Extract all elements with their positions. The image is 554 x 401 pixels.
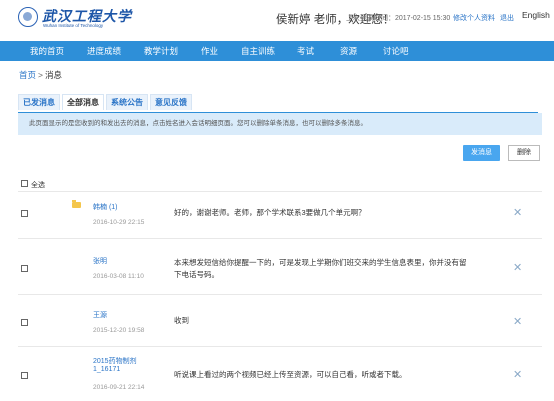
breadcrumb: 首页 > 消息: [19, 69, 62, 81]
divider: [18, 191, 542, 192]
nav-item-home[interactable]: 我的首页: [30, 41, 64, 61]
nav-item-discussion[interactable]: 讨论吧: [383, 41, 409, 61]
message-tabs: 已发消息 全部消息 系统公告 意见反馈: [18, 94, 538, 114]
message-text: 好的，谢谢老师。老师，那个学术联系3要做几个单元啊？: [174, 208, 366, 217]
main-navigation: 我的首页 进度成绩 教学计划 作业 自主训练 考试 资源 讨论吧: [0, 41, 554, 61]
message-text: 听说课上看过的两个视频已经上传至资源，可以自己看，听或者下载。: [174, 370, 407, 379]
nav-item-progress[interactable]: 进度成绩: [87, 41, 121, 61]
delete-message-icon[interactable]: ✕: [513, 263, 522, 274]
message-date: 2016-10-29 22:15: [93, 219, 145, 226]
tab-all-messages[interactable]: 全部消息: [62, 94, 104, 110]
language-switch-link[interactable]: English: [522, 10, 550, 20]
send-message-button[interactable]: 发消息: [463, 145, 500, 161]
message-sender-link[interactable]: 韩楠 (1): [93, 202, 118, 212]
divider: [18, 238, 542, 239]
breadcrumb-separator: >: [38, 70, 43, 80]
breadcrumb-home-link[interactable]: 首页: [19, 70, 36, 80]
tab-feedback[interactable]: 意见反馈: [150, 94, 192, 110]
info-notice: 此页面显示的是您收到的和发出去的消息，点击姓名进入会话明细页面。您可以删除单条消…: [18, 113, 542, 135]
delete-button[interactable]: 删除: [508, 145, 540, 161]
nav-item-plan[interactable]: 教学计划: [144, 41, 178, 61]
delete-message-icon[interactable]: ✕: [513, 370, 522, 381]
message-text: 本来想发短信给你提醒一下的，可是发现上学期你们班交来的学生信息表里，你并没有留下…: [174, 258, 467, 279]
nav-item-training[interactable]: 自主训练: [241, 41, 275, 61]
message-date: 2016-09-21 22:14: [93, 384, 145, 391]
message-checkbox[interactable]: [21, 372, 28, 379]
delete-message-icon[interactable]: ✕: [513, 208, 522, 219]
folder-icon: [72, 200, 81, 208]
logout-link[interactable]: 退出: [500, 13, 514, 23]
tab-sent-messages[interactable]: 已发消息: [18, 94, 60, 110]
nav-item-homework[interactable]: 作业: [201, 41, 218, 61]
select-all-checkbox[interactable]: [21, 180, 28, 187]
breadcrumb-current: 消息: [44, 70, 62, 80]
nav-item-resources[interactable]: 资源: [340, 41, 357, 61]
select-all-label: 全选: [31, 182, 45, 189]
message-sender-link[interactable]: 王源: [93, 310, 107, 320]
message-checkbox[interactable]: [21, 319, 28, 326]
tab-system-announcements[interactable]: 系统公告: [106, 94, 148, 110]
sender-name-line1: 2015药物制剂: [93, 358, 137, 365]
divider: [18, 294, 542, 295]
page-header: 武汉工程大学 Wuhan Institute of Technology 侯新婷…: [0, 0, 554, 40]
message-text: 收到: [174, 316, 189, 325]
message-sender-link[interactable]: 2015药物制剂 1_16171: [93, 356, 137, 373]
university-emblem-icon: [18, 7, 38, 27]
last-login-time: 上次登录时间：2017-02-15 15:30: [346, 15, 451, 22]
divider: [18, 346, 542, 347]
message-sender-link[interactable]: 张明: [93, 256, 107, 266]
message-date: 2015-12-20 19:58: [93, 327, 145, 334]
delete-message-icon[interactable]: ✕: [513, 317, 522, 328]
message-checkbox[interactable]: [21, 265, 28, 272]
message-date: 2016-03-08 11:10: [93, 273, 144, 280]
nav-item-exam[interactable]: 考试: [297, 41, 314, 61]
university-logo[interactable]: 武汉工程大学 Wuhan Institute of Technology: [18, 7, 146, 29]
edit-profile-link[interactable]: 修改个人资料: [453, 13, 495, 23]
message-checkbox[interactable]: [21, 210, 28, 217]
sender-name-line2: 1_16171: [93, 366, 121, 373]
logo-english-name: Wuhan Institute of Technology: [43, 23, 104, 28]
